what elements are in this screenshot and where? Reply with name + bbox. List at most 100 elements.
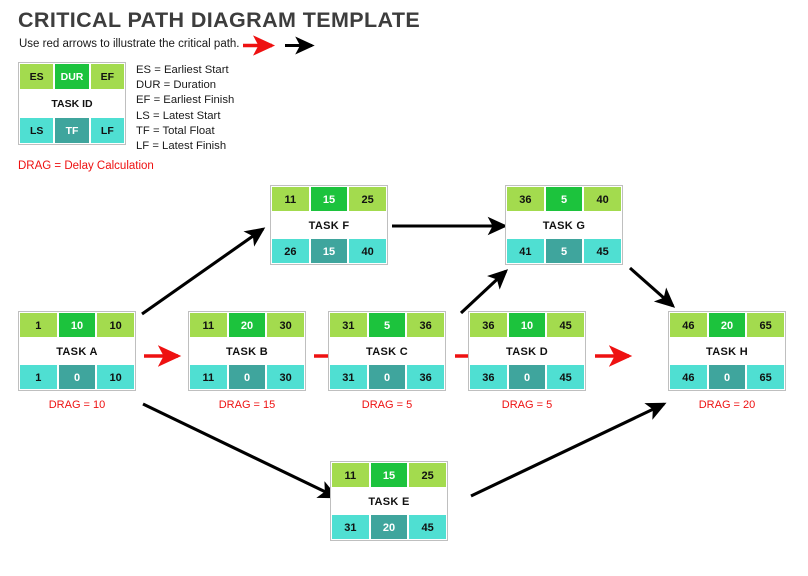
task-row-id: TASK C — [329, 338, 445, 364]
task-row-early: 36 5 40 — [506, 186, 623, 212]
task-row-early: 36 10 45 — [469, 312, 586, 338]
task-a-dur: 10 — [57, 312, 97, 338]
task-row-late: 36 0 45 — [469, 364, 586, 390]
task-f-es: 11 — [271, 186, 310, 212]
edge-a-to-e — [142, 402, 339, 499]
task-b-tf: 0 — [227, 364, 267, 390]
task-row-id: TASK D — [469, 338, 585, 364]
task-c-tf: 0 — [367, 364, 407, 390]
drag-label-c: DRAG = 5 — [361, 399, 413, 411]
task-node-d[interactable]: 36 10 45 TASK D 36 0 45 — [468, 311, 586, 391]
task-g-dur: 5 — [544, 186, 584, 212]
legend-def-ls: LS = Latest Start — [136, 109, 221, 122]
task-b-es: 11 — [189, 312, 228, 338]
task-row-id: TASK B — [189, 338, 305, 364]
task-f-ls: 26 — [271, 238, 310, 264]
legend-def-ef: EF = Earliest Finish — [136, 94, 235, 107]
legend-cell-ef: EF — [89, 63, 125, 90]
task-node-c[interactable]: 31 5 36 TASK C 31 0 36 — [328, 311, 446, 391]
drag-label-d: DRAG = 5 — [501, 399, 553, 411]
task-b-dur: 20 — [227, 312, 267, 338]
task-row-late: 31 20 45 — [331, 514, 448, 540]
task-row-early: 11 15 25 — [271, 186, 388, 212]
task-c-dur: 5 — [367, 312, 407, 338]
legend-cell-ls: LS — [19, 117, 55, 144]
task-node-h[interactable]: 46 20 65 TASK H 46 0 65 — [668, 311, 786, 391]
task-f-dur: 15 — [309, 186, 349, 212]
task-b-label: TASK B — [189, 338, 305, 364]
task-a-ef: 10 — [96, 312, 136, 338]
task-row-id: TASK G — [506, 212, 622, 238]
drag-label-a: DRAG = 10 — [48, 399, 106, 411]
task-row-id: TASK A — [19, 338, 135, 364]
task-f-label: TASK F — [271, 212, 387, 238]
task-h-lf: 65 — [746, 364, 786, 390]
legend-def-tf: TF = Total Float — [136, 124, 215, 137]
legend-key-bottom-row: LS TF LF — [19, 117, 125, 144]
task-d-lf: 45 — [546, 364, 586, 390]
legend-cell-tf: TF — [54, 117, 90, 144]
task-d-es: 36 — [469, 312, 508, 338]
task-row-early: 31 5 36 — [329, 312, 446, 338]
task-h-ef: 65 — [746, 312, 786, 338]
task-a-tf: 0 — [57, 364, 97, 390]
drag-label-b: DRAG = 15 — [218, 399, 276, 411]
task-c-es: 31 — [329, 312, 368, 338]
task-f-lf: 40 — [348, 238, 388, 264]
task-f-tf: 15 — [309, 238, 349, 264]
task-node-e[interactable]: 11 15 25 TASK E 31 20 45 — [330, 461, 448, 541]
task-d-tf: 0 — [507, 364, 547, 390]
task-e-lf: 45 — [408, 514, 448, 540]
task-d-ef: 45 — [546, 312, 586, 338]
task-h-tf: 0 — [707, 364, 747, 390]
task-node-g[interactable]: 36 5 40 TASK G 41 5 45 — [505, 185, 623, 265]
edge-e-to-h — [470, 402, 667, 498]
task-row-late: 46 0 65 — [669, 364, 786, 390]
task-g-label: TASK G — [506, 212, 622, 238]
task-e-es: 11 — [331, 462, 370, 488]
task-h-ls: 46 — [669, 364, 708, 390]
task-a-es: 1 — [19, 312, 58, 338]
task-c-label: TASK C — [329, 338, 445, 364]
legend-key-middle-row: TASK ID — [19, 90, 125, 117]
page-title: CRITICAL PATH DIAGRAM TEMPLATE — [18, 8, 421, 32]
legend-cell-task-id: TASK ID — [19, 90, 125, 117]
task-e-ef: 25 — [408, 462, 448, 488]
task-e-dur: 15 — [369, 462, 409, 488]
task-row-late: 31 0 36 — [329, 364, 446, 390]
legend-def-dur: DUR = Duration — [136, 79, 217, 92]
edge-a-to-f — [141, 227, 266, 316]
task-c-ef: 36 — [406, 312, 446, 338]
drag-definition-note: DRAG = Delay Calculation — [18, 160, 154, 172]
task-d-ls: 36 — [469, 364, 508, 390]
legend-def-lf: LF = Latest Finish — [136, 140, 227, 153]
task-b-ef: 30 — [266, 312, 306, 338]
legend-cell-dur: DUR — [54, 63, 90, 90]
task-h-label: TASK H — [669, 338, 785, 364]
legend-def-es: ES = Earliest Start — [136, 64, 229, 76]
task-row-early: 11 20 30 — [189, 312, 306, 338]
legend-cell-es: ES — [19, 63, 55, 90]
task-f-ef: 25 — [348, 186, 388, 212]
task-e-ls: 31 — [331, 514, 370, 540]
task-a-ls: 1 — [19, 364, 58, 390]
task-c-ls: 31 — [329, 364, 368, 390]
critical-path-diagram-page: CRITICAL PATH DIAGRAM TEMPLATE Use red a… — [0, 0, 808, 576]
task-node-b[interactable]: 11 20 30 TASK B 11 0 30 — [188, 311, 306, 391]
task-a-label: TASK A — [19, 338, 135, 364]
task-g-ls: 41 — [506, 238, 545, 264]
task-row-early: 11 15 25 — [331, 462, 448, 488]
edge-g-to-h — [628, 266, 676, 308]
task-row-id: TASK F — [271, 212, 387, 238]
task-node-a[interactable]: 1 10 10 TASK A 1 0 10 — [18, 311, 136, 391]
task-a-lf: 10 — [96, 364, 136, 390]
task-row-late: 26 15 40 — [271, 238, 388, 264]
task-d-label: TASK D — [469, 338, 585, 364]
task-node-f[interactable]: 11 15 25 TASK F 26 15 40 — [270, 185, 388, 265]
task-h-es: 46 — [669, 312, 708, 338]
task-e-tf: 20 — [369, 514, 409, 540]
edge-c-to-g — [459, 269, 509, 315]
task-row-early: 46 20 65 — [669, 312, 786, 338]
task-b-lf: 30 — [266, 364, 306, 390]
task-row-late: 1 0 10 — [19, 364, 136, 390]
